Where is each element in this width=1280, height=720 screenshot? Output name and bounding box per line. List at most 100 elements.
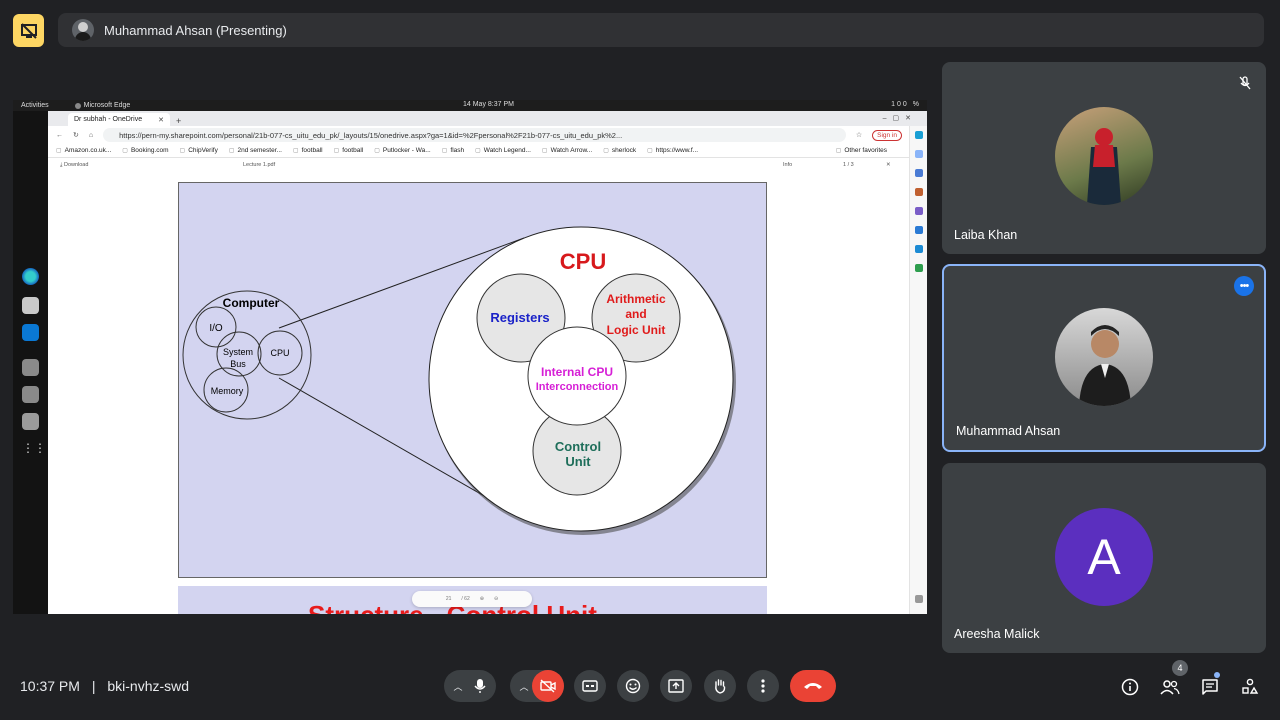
meeting-info: 10:37 PM | bki-nvhz-swd — [20, 678, 189, 694]
pdf-slide: Computer I/O System Bus CPU Memory CPU R… — [178, 182, 767, 578]
pdf-page-count: 1 / 3 — [843, 162, 854, 168]
games-icon[interactable] — [915, 207, 923, 215]
tools-icon[interactable] — [915, 169, 923, 177]
raise-hand-control[interactable] — [704, 670, 736, 702]
close-icon[interactable]: ✕ — [886, 162, 891, 168]
leave-call-control[interactable] — [790, 670, 836, 702]
emoji-button[interactable] — [617, 670, 649, 702]
refresh-icon[interactable]: ↻ — [73, 131, 79, 139]
bookmark-item[interactable]: sherlock — [603, 147, 636, 154]
browser-tab[interactable]: Dr subhah - OneDrive ✕ — [68, 113, 170, 126]
chat-notification-dot — [1214, 672, 1220, 678]
bookmark-item[interactable]: Watch Legend... — [475, 147, 531, 154]
bookmark-item[interactable]: flash — [442, 147, 464, 154]
close-icon[interactable]: ✕ — [158, 116, 164, 124]
present-button[interactable] — [660, 670, 692, 702]
bookmark-item[interactable]: 2nd semester... — [229, 147, 282, 154]
mic-button[interactable] — [466, 672, 494, 700]
raise-hand-button[interactable] — [704, 670, 736, 702]
home-icon[interactable]: ⌂ — [89, 132, 93, 139]
captions-control[interactable] — [574, 670, 606, 702]
alu-label: Arithmetic — [606, 292, 666, 306]
window-controls[interactable]: –▢✕ — [883, 114, 917, 122]
bookmark-item[interactable]: Putlocker - Wa... — [374, 147, 431, 154]
edge-dock-icon[interactable] — [22, 268, 39, 285]
app-dock-icon[interactable] — [22, 359, 39, 376]
activities-icon[interactable] — [1239, 676, 1261, 698]
chat-icon[interactable] — [1199, 676, 1221, 698]
apps-icon[interactable] — [915, 264, 923, 272]
emoji-icon — [625, 678, 641, 694]
more-options-button[interactable] — [747, 670, 779, 702]
desktop-clock: 14 May 8:37 PM — [463, 101, 514, 108]
control-unit-label: Control — [555, 439, 601, 454]
trash-dock-icon[interactable] — [22, 413, 39, 430]
tab-strip: Dr subhah - OneDrive ✕ + –▢✕ — [48, 111, 927, 126]
alu-label: and — [625, 307, 646, 321]
bookmark-item[interactable]: ChipVerify — [180, 147, 218, 154]
participant-tile[interactable]: Laiba Khan — [942, 62, 1266, 254]
captions-button[interactable] — [574, 670, 606, 702]
other-favorites[interactable]: Other favorites — [836, 147, 887, 154]
leave-call-button[interactable] — [790, 670, 836, 702]
favorite-icon[interactable]: ☆ — [856, 131, 862, 139]
active-app-name: Microsoft Edge — [83, 102, 131, 109]
bookmark-item[interactable]: football — [334, 147, 363, 154]
participant-tile[interactable]: A Areesha Malick — [942, 463, 1266, 653]
chevron-up-icon[interactable]: ︿ — [518, 680, 530, 693]
copilot-icon[interactable] — [915, 131, 923, 139]
signin-button[interactable]: Sign in — [872, 129, 902, 141]
camera-control[interactable]: ︿ — [510, 670, 564, 702]
emoji-control[interactable] — [617, 670, 649, 702]
bookmark-item[interactable]: Watch Arrow... — [542, 147, 593, 154]
meeting-code: bki-nvhz-swd — [107, 678, 190, 694]
participant-tile-active[interactable]: ••• Muhammad Ahsan — [942, 264, 1266, 452]
meeting-details-icon[interactable] — [1119, 676, 1141, 698]
more-vert-icon — [761, 679, 765, 693]
files-dock-icon[interactable] — [22, 297, 39, 314]
more-options-icon[interactable]: ••• — [1234, 276, 1254, 296]
desktop-dock: ⋮⋮ — [13, 111, 48, 614]
vscode-dock-icon[interactable] — [22, 324, 39, 341]
shopping-icon[interactable] — [915, 188, 923, 196]
back-icon[interactable]: ← — [56, 132, 63, 139]
bookmark-item[interactable]: Booking.com — [122, 147, 169, 154]
tab-title: Dr subhah - OneDrive — [74, 116, 143, 123]
participant-avatar — [1055, 107, 1153, 205]
bookmark-item[interactable]: https://www.f... — [647, 147, 698, 154]
app-dock-icon[interactable] — [22, 386, 39, 403]
bookmark-item[interactable]: Amazon.co.uk... — [56, 147, 112, 154]
avatar-initial: A — [1055, 508, 1153, 606]
participant-avatar: A — [1055, 508, 1153, 606]
presentation-icon[interactable] — [13, 14, 44, 47]
bookmark-item[interactable]: football — [293, 147, 323, 154]
people-icon[interactable] — [1159, 676, 1181, 698]
mic-toggle[interactable]: ︿ — [444, 670, 496, 702]
zoom-in-icon[interactable]: ⊕ — [480, 596, 484, 602]
app-grid-icon[interactable]: ⋮⋮ — [22, 441, 46, 458]
present-control[interactable] — [660, 670, 692, 702]
new-tab-icon[interactable]: + — [176, 116, 181, 126]
zoom-page-number[interactable]: 21 — [446, 596, 452, 602]
telegram-icon[interactable] — [915, 245, 923, 253]
presenting-banner[interactable]: Muhammad Ahsan (Presenting) — [58, 13, 1264, 47]
zoom-page-total: / 62 — [461, 596, 470, 602]
chevron-up-icon[interactable]: ︿ — [452, 680, 464, 693]
pdf-info-button[interactable]: Info — [783, 162, 792, 168]
camera-off-icon — [540, 679, 556, 693]
mic-control[interactable]: ︿ — [444, 670, 496, 702]
participant-avatar — [1055, 308, 1153, 406]
outlook-icon[interactable] — [915, 226, 923, 234]
hand-icon — [715, 679, 726, 694]
current-time: 10:37 PM — [20, 678, 80, 694]
pdf-download-button[interactable]: ⤓ Download — [60, 162, 88, 169]
camera-toggle[interactable]: ︿ — [510, 670, 564, 702]
camera-off-button[interactable] — [532, 670, 564, 702]
pdf-zoom-toolbar[interactable]: 21 / 62 ⊕ ⊖ — [412, 591, 532, 607]
search-icon[interactable] — [915, 150, 923, 158]
settings-icon[interactable] — [915, 595, 923, 603]
computer-label: Computer — [223, 296, 280, 310]
address-bar[interactable]: https://pern-my.sharepoint.com/personal/… — [103, 128, 846, 142]
zoom-out-icon[interactable]: ⊖ — [494, 596, 498, 602]
more-control[interactable] — [747, 670, 779, 702]
